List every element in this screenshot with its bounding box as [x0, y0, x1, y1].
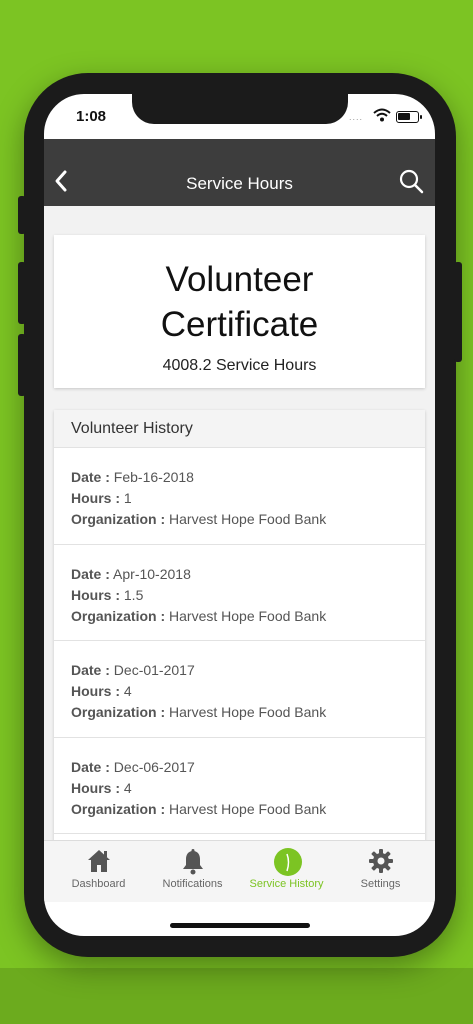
- entry-organization: Harvest Hope Food Bank: [169, 800, 327, 817]
- mute-switch: [18, 196, 26, 234]
- tab-label: Settings: [360, 878, 401, 890]
- wifi-icon: [373, 108, 391, 127]
- tab-label: Dashboard: [71, 878, 126, 890]
- service-history-icon: [273, 847, 302, 876]
- status-time: 1:08: [76, 108, 107, 125]
- page-title: Service Hours: [186, 174, 293, 193]
- date-label: Date :: [71, 662, 110, 678]
- history-entry[interactable]: Date : Feb-16-2018 Hours : 1 Organizatio…: [54, 448, 425, 545]
- entry-date: Dec-01-2017: [113, 662, 195, 678]
- organization-label: Organization :: [71, 800, 166, 817]
- certificate-title: Volunteer Certificate: [54, 257, 425, 347]
- home-indicator[interactable]: [170, 923, 310, 928]
- date-label: Date :: [71, 758, 110, 775]
- entry-date: Feb-16-2018: [113, 469, 194, 485]
- entry-organization: Harvest Hope Food Bank: [169, 607, 327, 624]
- tab-service-history[interactable]: Service History: [238, 841, 335, 903]
- entry-organization: Harvest Hope Food Bank: [169, 511, 327, 527]
- navigation-bar: Service Hours: [44, 139, 435, 206]
- entry-hours: 1.5: [123, 586, 144, 603]
- certificate-title-line2: Certificate: [160, 305, 319, 344]
- history-entry[interactable]: Date : Dec-01-2017 Hours : 4 Organizatio…: [54, 641, 425, 738]
- organization-label: Organization :: [71, 511, 166, 527]
- tab-dashboard[interactable]: Dashboard: [50, 841, 147, 903]
- total-service-hours: 4008.2 Service Hours: [162, 357, 317, 374]
- hours-label: Hours :: [71, 683, 120, 699]
- entry-hours: 4: [123, 779, 132, 796]
- date-label: Date :: [71, 565, 110, 582]
- background-band: [0, 968, 473, 1024]
- hours-label: Hours :: [71, 490, 120, 506]
- notch: [132, 94, 348, 124]
- bell-icon: [179, 847, 207, 875]
- history-entry[interactable]: Date : Apr-10-2018 Hours : 1.5 Organizat…: [54, 545, 425, 641]
- tab-bar: Dashboard Notifications Service History: [44, 840, 435, 902]
- hours-label: Hours :: [71, 779, 120, 796]
- hours-label: Hours :: [71, 586, 120, 603]
- home-icon: [85, 847, 113, 875]
- certificate-title-line1: Volunteer: [165, 260, 314, 299]
- search-icon[interactable]: [398, 168, 424, 199]
- history-entry[interactable]: Date : Dec-06-2017 Hours : 4 Organizatio…: [54, 738, 425, 834]
- tab-notifications[interactable]: Notifications: [144, 841, 241, 903]
- entry-date: Apr-10-2018: [113, 565, 191, 582]
- volume-down-button: [18, 334, 26, 396]
- entry-hours: 1: [123, 490, 132, 506]
- certificate-card[interactable]: Volunteer Certificate 4008.2 Service Hou…: [54, 235, 425, 388]
- tab-settings[interactable]: Settings: [332, 841, 429, 903]
- organization-label: Organization :: [71, 607, 166, 624]
- history-heading: Volunteer History: [54, 410, 425, 448]
- tab-label: Notifications: [162, 878, 223, 890]
- gear-icon: [367, 847, 395, 875]
- organization-label: Organization :: [71, 704, 166, 720]
- content-area: Volunteer Certificate 4008.2 Service Hou…: [44, 206, 435, 840]
- tab-label: Service History: [249, 878, 324, 890]
- volume-up-button: [18, 262, 26, 324]
- entry-hours: 4: [123, 683, 132, 699]
- battery-icon: [396, 111, 422, 123]
- phone-screen: 1:08 .... Service Hours Volunteer Certif: [44, 94, 435, 936]
- entry-date: Dec-06-2017: [113, 758, 195, 775]
- entry-organization: Harvest Hope Food Bank: [169, 704, 327, 720]
- volunteer-history-card: Volunteer History Date : Feb-16-2018 Hou…: [54, 410, 425, 840]
- date-label: Date :: [71, 469, 110, 485]
- signal-dots: ....: [349, 112, 364, 122]
- power-button: [454, 262, 462, 362]
